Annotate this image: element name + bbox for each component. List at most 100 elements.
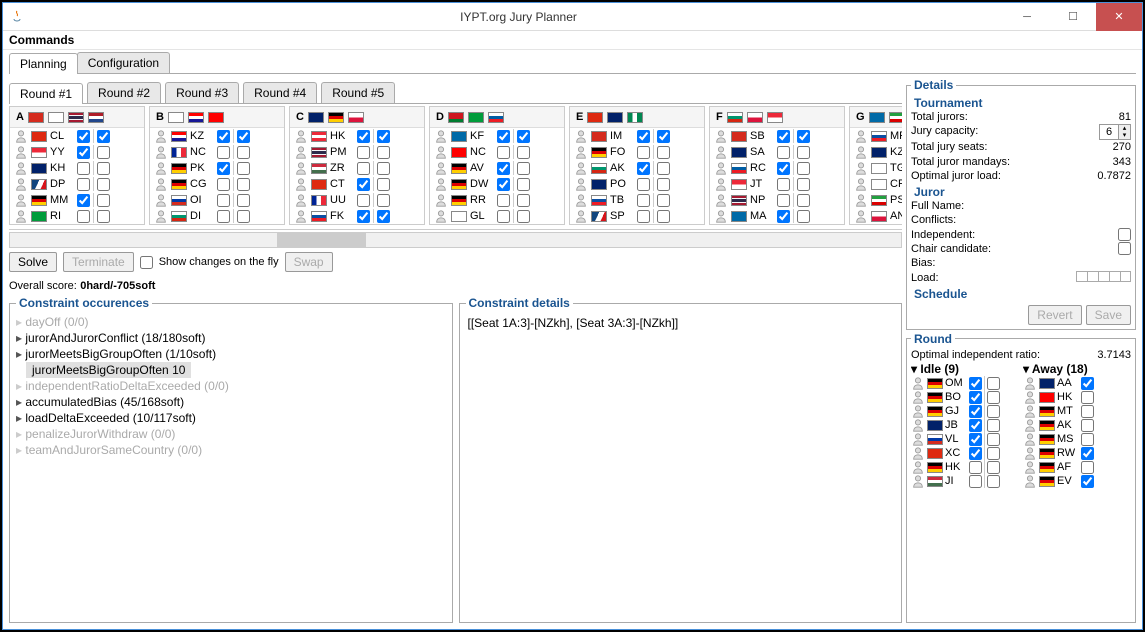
juror-checkbox[interactable] [969,475,982,488]
juror-row[interactable]: DP [10,176,144,192]
juror-row[interactable]: UU [290,192,424,208]
close-button[interactable]: ✕ [1096,3,1142,31]
juror-checkbox[interactable] [217,162,230,175]
list-item[interactable]: JB [911,418,1019,432]
idle-header[interactable]: Idle (9) [911,362,1019,376]
juror-checkbox[interactable] [777,194,790,207]
juror-checkbox[interactable] [969,461,982,474]
juror-row[interactable]: NP [710,192,844,208]
constraint-item[interactable]: independentRatioDeltaExceeded (0/0) [16,378,446,394]
juror-row[interactable]: NC [150,144,284,160]
juror-checkbox[interactable] [237,146,250,159]
solve-button[interactable]: Solve [9,252,57,272]
juror-checkbox[interactable] [777,162,790,175]
juror-checkbox[interactable] [77,146,90,159]
list-item[interactable]: AF [1023,460,1131,474]
juror-checkbox[interactable] [517,178,530,191]
juror-checkbox[interactable] [637,178,650,191]
tab-planning[interactable]: Planning [9,53,78,74]
list-item[interactable]: MS [1023,432,1131,446]
juror-checkbox[interactable] [797,194,810,207]
juror-row[interactable]: AV [430,160,564,176]
juror-row[interactable]: TB [570,192,704,208]
independent-checkbox[interactable] [1118,228,1131,241]
juror-row[interactable]: MP [850,128,902,144]
juror-checkbox[interactable] [357,146,370,159]
round-tab-4[interactable]: Round #4 [243,82,317,103]
list-item[interactable]: HK [1023,390,1131,404]
juror-checkbox[interactable] [657,194,670,207]
juror-checkbox[interactable] [1081,419,1094,432]
juror-checkbox[interactable] [777,178,790,191]
juror-row[interactable]: FO [570,144,704,160]
juror-row[interactable]: TG [850,160,902,176]
juror-row[interactable]: RC [710,160,844,176]
juror-checkbox[interactable] [77,130,90,143]
juror-checkbox[interactable] [377,178,390,191]
juror-row[interactable]: PM [290,144,424,160]
juror-row[interactable]: PO [570,176,704,192]
juror-row[interactable]: KF [430,128,564,144]
juror-row[interactable]: HK [290,128,424,144]
juror-row[interactable]: FK [290,208,424,224]
juror-checkbox[interactable] [77,194,90,207]
juror-checkbox[interactable] [969,447,982,460]
juror-row[interactable]: GL [430,208,564,224]
juror-checkbox[interactable] [497,210,510,223]
juror-checkbox[interactable] [1081,475,1094,488]
juror-checkbox[interactable] [987,433,1000,446]
constraint-child[interactable]: jurorMeetsBigGroupOften 10 [26,362,191,378]
juror-checkbox[interactable] [237,162,250,175]
juror-row[interactable]: DI [150,208,284,224]
juror-row[interactable]: SA [710,144,844,160]
juror-checkbox[interactable] [987,405,1000,418]
juror-checkbox[interactable] [637,210,650,223]
away-header[interactable]: Away (18) [1023,362,1131,376]
juror-row[interactable]: NC [430,144,564,160]
juror-checkbox[interactable] [237,210,250,223]
list-item[interactable]: EV [1023,474,1131,488]
maximize-button[interactable]: ☐ [1050,3,1096,31]
juror-row[interactable]: IM [570,128,704,144]
juror-row[interactable]: KZ [850,144,902,160]
juror-checkbox[interactable] [777,146,790,159]
juror-checkbox[interactable] [357,210,370,223]
juror-checkbox[interactable] [657,130,670,143]
juror-row[interactable]: RI [10,208,144,224]
juror-checkbox[interactable] [217,210,230,223]
chair-checkbox[interactable] [1118,242,1131,255]
list-item[interactable]: GJ [911,404,1019,418]
juror-checkbox[interactable] [1081,377,1094,390]
juror-checkbox[interactable] [969,377,982,390]
juror-checkbox[interactable] [637,146,650,159]
juror-checkbox[interactable] [97,162,110,175]
juror-checkbox[interactable] [377,194,390,207]
constraint-item[interactable]: jurorMeetsBigGroupOften (1/10soft) [16,346,446,362]
juror-checkbox[interactable] [797,178,810,191]
juror-checkbox[interactable] [657,146,670,159]
juror-checkbox[interactable] [237,130,250,143]
juror-checkbox[interactable] [217,130,230,143]
round-tab-3[interactable]: Round #3 [165,82,239,103]
juror-checkbox[interactable] [777,130,790,143]
juror-checkbox[interactable] [357,194,370,207]
juror-row[interactable]: MA [710,208,844,224]
juror-checkbox[interactable] [797,162,810,175]
round-tab-5[interactable]: Round #5 [321,82,395,103]
juror-checkbox[interactable] [987,377,1000,390]
juror-checkbox[interactable] [497,194,510,207]
juror-row[interactable]: YY [10,144,144,160]
juror-checkbox[interactable] [797,146,810,159]
juror-checkbox[interactable] [969,405,982,418]
juror-checkbox[interactable] [777,210,790,223]
tab-configuration[interactable]: Configuration [77,52,170,73]
constraint-item[interactable]: teamAndJurorSameCountry (0/0) [16,442,446,458]
juror-checkbox[interactable] [357,162,370,175]
juror-checkbox[interactable] [517,194,530,207]
juror-checkbox[interactable] [77,178,90,191]
juror-checkbox[interactable] [637,162,650,175]
jury-capacity-spinner[interactable]: ▴▾ [1099,124,1131,140]
juror-row[interactable]: DW [430,176,564,192]
juror-checkbox[interactable] [1081,433,1094,446]
juror-checkbox[interactable] [1081,391,1094,404]
